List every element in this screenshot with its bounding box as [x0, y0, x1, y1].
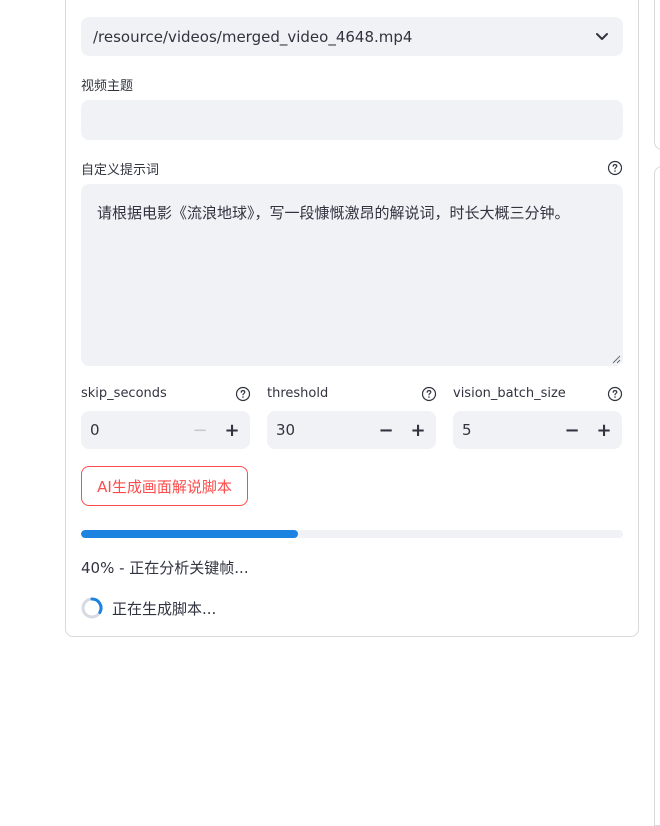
- threshold-value: 30: [276, 421, 296, 439]
- skip-seconds-label: skip_seconds: [81, 386, 167, 401]
- custom-prompt-textarea[interactable]: 请根据电影《流浪地球》，写一段慷慨激昂的解说词，时长大概三分钟。: [81, 184, 623, 366]
- help-circle-icon[interactable]: [421, 386, 437, 402]
- progress-text: 40% - 正在分析关键帧...: [81, 559, 249, 577]
- chevron-down-icon: [596, 33, 608, 40]
- side-panel-top: [654, 0, 660, 150]
- custom-prompt-label: 自定义提示词: [81, 163, 160, 178]
- threshold-decrement-button[interactable]: −: [370, 411, 402, 449]
- video-file-select[interactable]: /resource/videos/merged_video_4648.mp4: [81, 17, 623, 56]
- custom-prompt-text: 请根据电影《流浪地球》，写一段慷慨激昂的解说词，时长大概三分钟。: [97, 204, 570, 222]
- side-panel-bottom: [654, 166, 660, 826]
- vision-batch-size-increment-button[interactable]: +: [588, 411, 620, 449]
- skip-seconds-value: 0: [90, 421, 100, 439]
- skip-seconds-increment-button[interactable]: +: [216, 411, 248, 449]
- threshold-increment-button[interactable]: +: [402, 411, 434, 449]
- help-circle-icon[interactable]: [607, 160, 623, 176]
- help-circle-icon[interactable]: [235, 386, 251, 402]
- video-topic-input[interactable]: [81, 100, 623, 140]
- vision-batch-size-label: vision_batch_size: [453, 386, 566, 401]
- help-circle-icon[interactable]: [607, 386, 623, 402]
- vision-batch-size-input[interactable]: 5 − +: [453, 411, 622, 449]
- skip-seconds-decrement-button[interactable]: −: [184, 411, 216, 449]
- resize-grip-icon[interactable]: [611, 354, 621, 364]
- vision-batch-size-decrement-button[interactable]: −: [556, 411, 588, 449]
- video-topic-label: 视频主题: [81, 79, 134, 94]
- loading-spinner-icon: [81, 597, 103, 619]
- vision-batch-size-value: 5: [462, 421, 472, 439]
- skip-seconds-input[interactable]: 0 − +: [81, 411, 250, 449]
- video-file-select-value: /resource/videos/merged_video_4648.mp4: [93, 27, 413, 46]
- threshold-label: threshold: [267, 386, 329, 401]
- progress-bar: [81, 530, 623, 538]
- generate-script-button[interactable]: AI生成画面解说脚本: [81, 466, 248, 506]
- threshold-input[interactable]: 30 − +: [267, 411, 436, 449]
- status-text: 正在生成脚本...: [112, 600, 217, 618]
- progress-bar-fill: [81, 530, 298, 538]
